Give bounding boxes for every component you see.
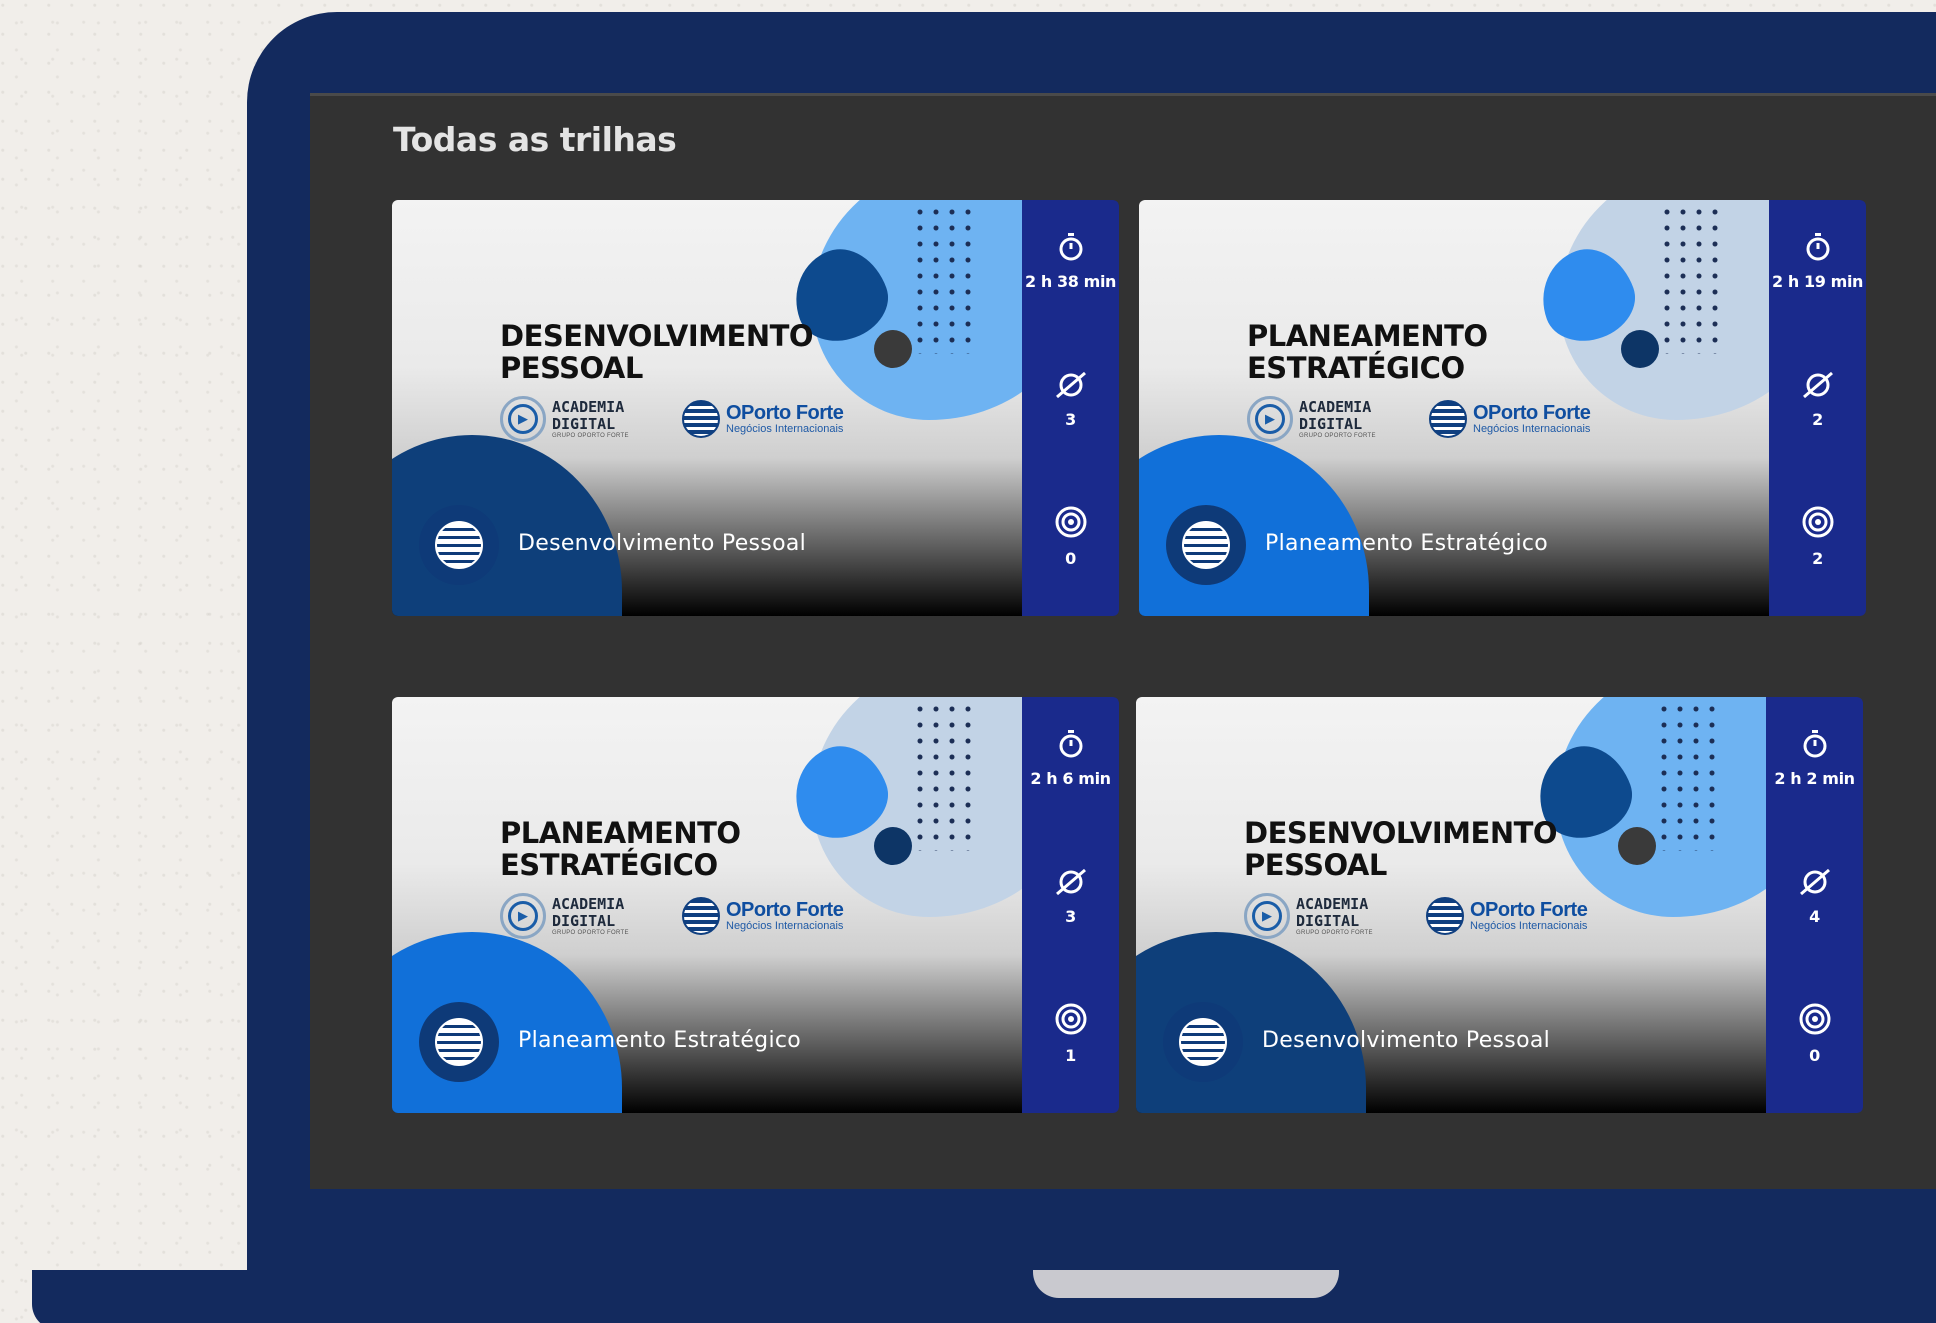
oporto-forte-logo: OPorto Forte Negócios Internacionais bbox=[1429, 400, 1591, 438]
courses-stat: 3 bbox=[1022, 867, 1119, 926]
play-icon: ▶ bbox=[508, 901, 538, 931]
trail-stats: 2 h 38 min 3 0 bbox=[1022, 200, 1119, 616]
courses-stat: 4 bbox=[1766, 867, 1863, 926]
thumbnail-title: PLANEAMENTO ESTRATÉGICO bbox=[1247, 319, 1488, 385]
section-title: Todas as trilhas bbox=[393, 120, 677, 159]
trail-name[interactable]: Planeamento Estratégico bbox=[1265, 531, 1548, 556]
brand-avatar bbox=[419, 505, 499, 585]
trail-thumbnail[interactable]: PLANEAMENTO ESTRATÉGICO ▶ ACADEMIA DIGITAL… bbox=[392, 697, 1022, 1113]
trail-card[interactable]: PLANEAMENTO ESTRATÉGICO ▶ ACADEMIA DIGITAL… bbox=[1139, 200, 1866, 616]
striped-globe-icon bbox=[682, 897, 720, 935]
brand-avatar bbox=[1166, 505, 1246, 585]
laptop-base bbox=[32, 1270, 1936, 1323]
courses-stat: 2 bbox=[1769, 370, 1866, 429]
target-icon bbox=[1055, 1003, 1086, 1035]
academia-digital-logo: ▶ ACADEMIA DIGITAL GRUPO OPORTO FORTE bbox=[1247, 396, 1376, 442]
duration-stat: 2 h 6 min bbox=[1022, 729, 1119, 788]
academia-digital-logo: ▶ ACADEMIA DIGITAL GRUPO OPORTO FORTE bbox=[500, 893, 629, 939]
trail-stats: 2 h 19 min 2 2 bbox=[1769, 200, 1866, 616]
trail-card[interactable]: DESENVOLVIMENTO PESSOAL ▶ ACADEMIA DIGITAL… bbox=[392, 200, 1119, 616]
duration-stat: 2 h 2 min bbox=[1766, 729, 1863, 788]
target-icon bbox=[1799, 1003, 1830, 1035]
play-icon: ▶ bbox=[1255, 404, 1285, 434]
trail-name[interactable]: Desenvolvimento Pessoal bbox=[518, 531, 806, 556]
trail-thumbnail[interactable]: DESENVOLVIMENTO PESSOAL ▶ ACADEMIA DIGITAL… bbox=[392, 200, 1022, 616]
brand-avatar bbox=[1163, 1002, 1243, 1082]
goals-stat: 2 bbox=[1769, 505, 1866, 568]
oporto-forte-logo: OPorto Forte Negócios Internacionais bbox=[682, 897, 844, 935]
striped-globe-icon bbox=[1182, 521, 1230, 569]
target-icon bbox=[1055, 506, 1086, 538]
goals-stat: 0 bbox=[1022, 505, 1119, 568]
stopwatch-icon bbox=[1803, 730, 1826, 758]
laptop-notch bbox=[1033, 1270, 1339, 1298]
trail-name[interactable]: Desenvolvimento Pessoal bbox=[1262, 1028, 1550, 1053]
duration-stat: 2 h 38 min bbox=[1022, 232, 1119, 291]
oporto-forte-logo: OPorto Forte Negócios Internacionais bbox=[1426, 897, 1588, 935]
striped-globe-icon bbox=[1429, 400, 1467, 438]
thumbnail-title: PLANEAMENTO ESTRATÉGICO bbox=[500, 816, 741, 882]
trail-card[interactable]: PLANEAMENTO ESTRATÉGICO ▶ ACADEMIA DIGITAL… bbox=[392, 697, 1119, 1113]
planet-icon bbox=[1055, 371, 1086, 399]
oporto-forte-logo: OPorto Forte Negócios Internacionais bbox=[682, 400, 844, 438]
trail-stats: 2 h 2 min 4 0 bbox=[1766, 697, 1863, 1113]
striped-globe-icon bbox=[1426, 897, 1464, 935]
target-icon bbox=[1802, 506, 1833, 538]
planet-icon bbox=[1802, 371, 1833, 399]
goals-stat: 0 bbox=[1766, 1002, 1863, 1065]
thumbnail-title: DESENVOLVIMENTO PESSOAL bbox=[500, 319, 814, 385]
play-icon: ▶ bbox=[508, 404, 538, 434]
goals-stat: 1 bbox=[1022, 1002, 1119, 1065]
striped-globe-icon bbox=[682, 400, 720, 438]
trail-card[interactable]: DESENVOLVIMENTO PESSOAL ▶ ACADEMIA DIGITAL… bbox=[1136, 697, 1863, 1113]
courses-stat: 3 bbox=[1022, 370, 1119, 429]
trail-thumbnail[interactable]: PLANEAMENTO ESTRATÉGICO ▶ ACADEMIA DIGITAL… bbox=[1139, 200, 1769, 616]
stopwatch-icon bbox=[1059, 233, 1082, 261]
play-icon: ▶ bbox=[1252, 901, 1282, 931]
academia-digital-logo: ▶ ACADEMIA DIGITAL GRUPO OPORTO FORTE bbox=[1244, 893, 1373, 939]
striped-globe-icon bbox=[435, 521, 483, 569]
duration-stat: 2 h 19 min bbox=[1769, 232, 1866, 291]
trail-stats: 2 h 6 min 3 1 bbox=[1022, 697, 1119, 1113]
planet-icon bbox=[1799, 868, 1830, 896]
thumbnail-title: DESENVOLVIMENTO PESSOAL bbox=[1244, 816, 1558, 882]
stopwatch-icon bbox=[1806, 233, 1829, 261]
brand-avatar bbox=[419, 1002, 499, 1082]
stopwatch-icon bbox=[1059, 730, 1082, 758]
striped-globe-icon bbox=[435, 1018, 483, 1066]
trail-name[interactable]: Planeamento Estratégico bbox=[518, 1028, 801, 1053]
screen: Todas as trilhas DESENVOLVIMENTO PESSOAL … bbox=[310, 93, 1936, 1189]
striped-globe-icon bbox=[1179, 1018, 1227, 1066]
trail-thumbnail[interactable]: DESENVOLVIMENTO PESSOAL ▶ ACADEMIA DIGITAL… bbox=[1136, 697, 1766, 1113]
academia-digital-logo: ▶ ACADEMIA DIGITAL GRUPO OPORTO FORTE bbox=[500, 396, 629, 442]
planet-icon bbox=[1055, 868, 1086, 896]
